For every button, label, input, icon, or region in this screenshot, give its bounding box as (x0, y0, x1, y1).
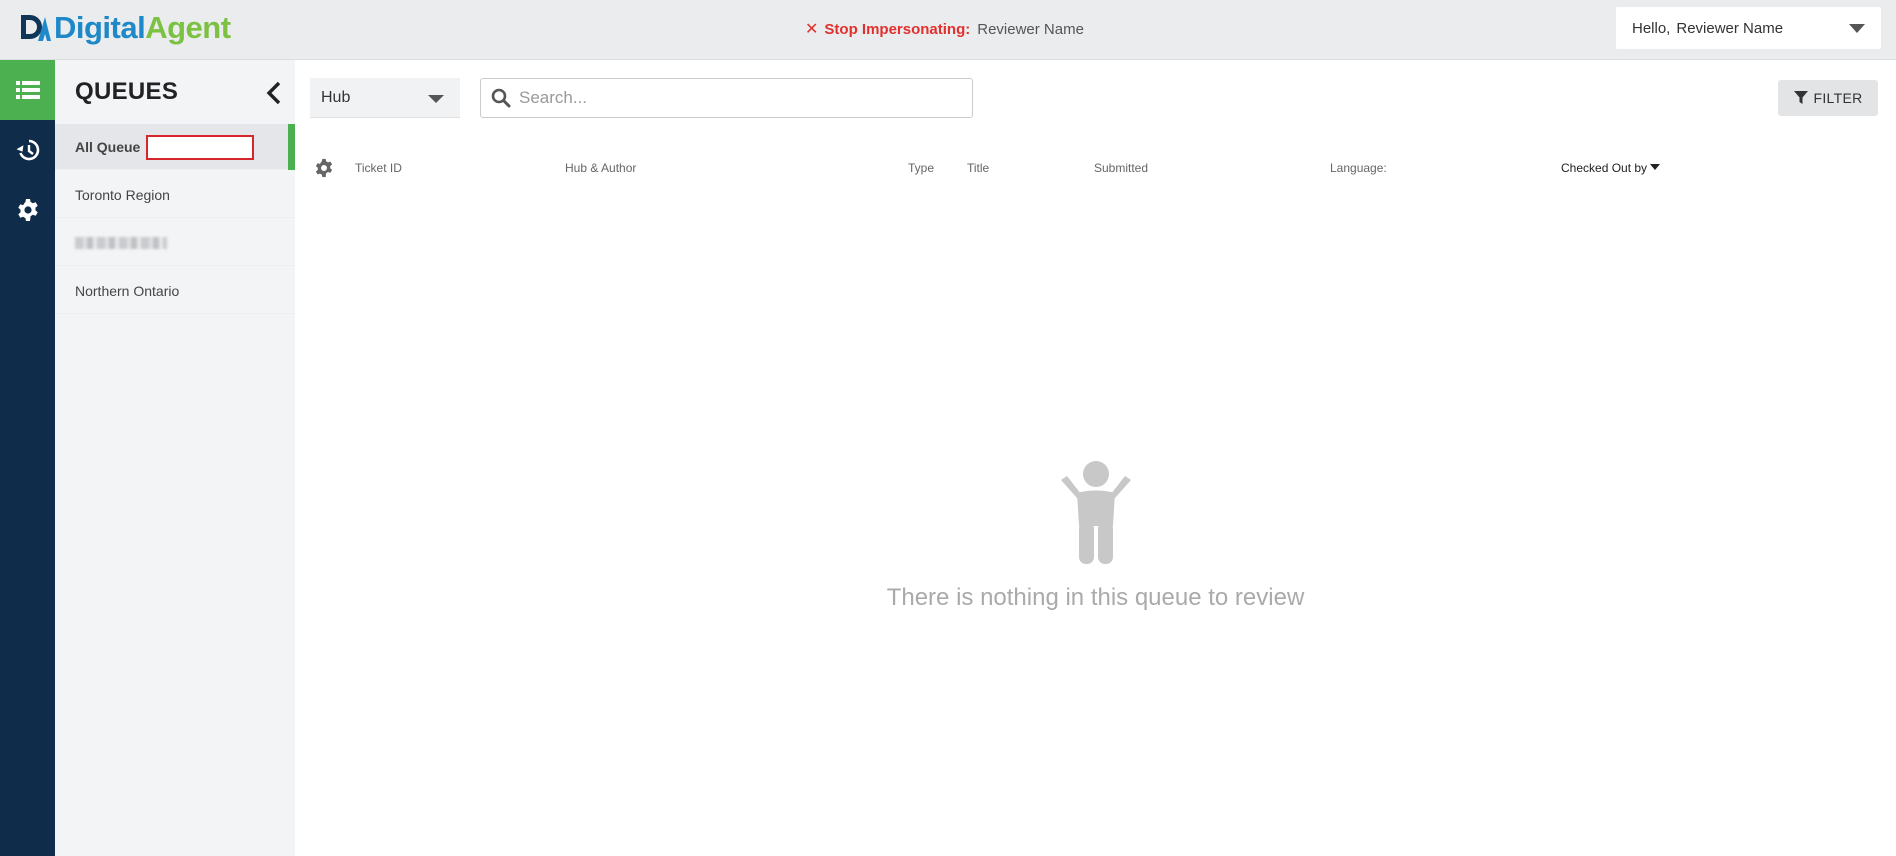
filter-button[interactable]: FILTER (1778, 80, 1878, 116)
filter-label: FILTER (1813, 90, 1863, 106)
stop-impersonating-icon[interactable]: ✕ (805, 19, 818, 39)
hub-select[interactable]: Hub (310, 78, 460, 118)
sort-caret-icon (1650, 164, 1661, 170)
column-header-checked-out-by-label: Checked Out by (1561, 161, 1648, 175)
redacted-label (75, 236, 167, 249)
logo-text-agent: Agent (145, 10, 231, 45)
annotation-highlight-box (146, 135, 254, 160)
column-header-ticket-id[interactable]: Ticket ID (355, 161, 402, 175)
logo-mark-icon (21, 15, 51, 41)
history-icon (16, 139, 39, 161)
top-header: DigitalAgent ✕ Stop Impersonating: Revie… (0, 0, 1896, 60)
hub-select-value: Hub (321, 88, 351, 106)
column-header-type[interactable]: Type (908, 161, 934, 175)
rail-item-history[interactable] (0, 120, 55, 180)
main-content: Hub FILTER Ticket ID Hub & Author Type T… (295, 60, 1896, 856)
user-name: Reviewer Name (1676, 19, 1784, 37)
logo-text-digital: Digital (54, 10, 146, 45)
queue-item-all[interactable]: All Queue (55, 124, 295, 170)
queue-item-label: Toronto Region (75, 186, 170, 203)
search-input[interactable] (519, 88, 959, 108)
queue-item-label: All Queue (75, 138, 141, 155)
queue-item-label: Northern Ontario (75, 282, 180, 299)
stop-impersonating-link[interactable]: Stop Impersonating: (824, 21, 970, 38)
empty-state-message: There is nothing in this queue to review (886, 584, 1305, 611)
logo-text: DigitalAgent (54, 10, 231, 46)
column-settings-gear-icon[interactable] (314, 158, 334, 178)
rail-item-queues[interactable] (0, 60, 55, 120)
rail-item-settings[interactable] (0, 180, 55, 240)
column-header-submitted[interactable]: Submitted (1094, 161, 1148, 175)
search-box[interactable] (480, 78, 973, 118)
app-logo[interactable]: DigitalAgent (18, 8, 231, 48)
impersonated-user-name: Reviewer Name (977, 20, 1084, 38)
queues-title: QUEUES (75, 78, 179, 105)
column-header-hub-author[interactable]: Hub & Author (565, 161, 636, 175)
gear-icon (17, 199, 38, 221)
column-header-title[interactable]: Title (967, 161, 989, 175)
queues-sidebar: QUEUES All Queue Toronto Region Northern… (55, 60, 295, 856)
chevron-left-icon[interactable] (263, 80, 285, 106)
user-menu-dropdown[interactable]: Hello, Reviewer Name (1616, 7, 1881, 49)
list-icon (15, 81, 40, 99)
table-header: Ticket ID Hub & Author Type Title Submit… (295, 152, 1896, 182)
column-header-language[interactable]: Language: (1330, 161, 1387, 175)
search-icon (491, 88, 511, 108)
queue-item-redacted[interactable] (55, 220, 295, 266)
chevron-down-icon (1849, 24, 1865, 33)
filter-icon (1793, 91, 1808, 104)
empty-state-person-icon (1061, 461, 1131, 564)
queue-item-northern-ontario[interactable]: Northern Ontario (55, 268, 295, 314)
user-greeting: Hello, (1632, 19, 1671, 37)
queue-item-toronto-region[interactable]: Toronto Region (55, 172, 295, 218)
icon-rail (0, 60, 55, 856)
chevron-down-icon (428, 95, 444, 103)
impersonation-banner: ✕ Stop Impersonating: Reviewer Name (805, 19, 1084, 39)
column-header-checked-out-by[interactable]: Checked Out by (1561, 161, 1661, 175)
